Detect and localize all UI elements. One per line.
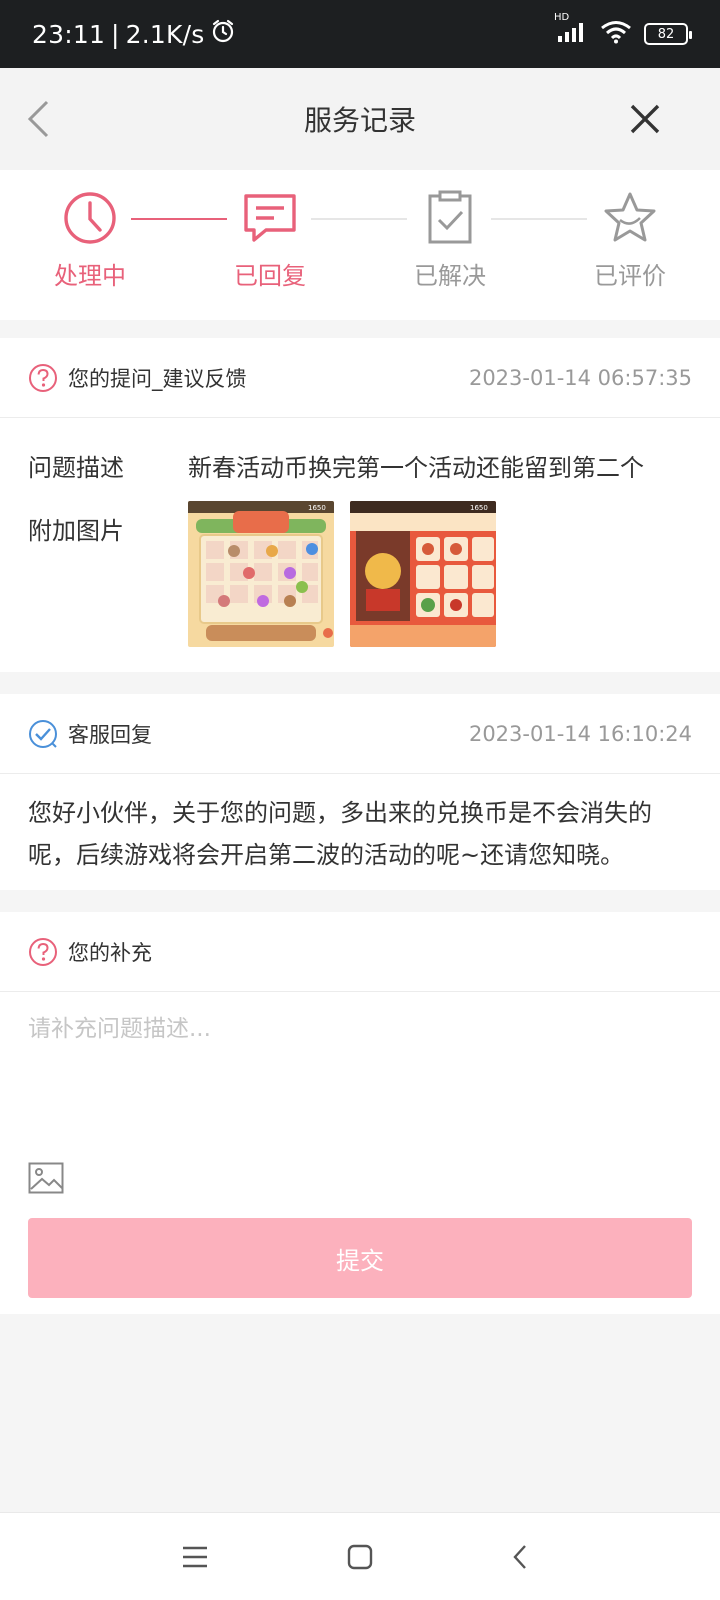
step-resolved: 已解决 [390,188,510,291]
chevron-left-icon [27,100,49,138]
step-rated: 已评价 [570,188,690,291]
step-replied: 已回复 [210,188,330,291]
menu-button[interactable] [175,1539,215,1575]
star-icon [600,188,660,248]
back-button[interactable] [18,96,58,142]
home-icon [347,1544,373,1570]
status-right: HD 82 [554,12,692,48]
question-section: 您的提问_建议反馈 2023-01-14 06:57:35 问题描述 新春活动币… [0,338,720,672]
add-image-button[interactable] [28,1162,64,1194]
step-processing: 处理中 [30,188,150,291]
thumb-badge: 1650 [308,504,326,512]
supplement-header: 您的补充 [0,912,720,992]
close-button[interactable] [624,98,666,140]
supplement-input-area [0,992,720,1142]
images-key: 附加图片 [28,517,124,545]
images-row: 附加图片 1650 1650 [0,501,720,647]
question-circle-icon [29,937,57,966]
question-time: 2023-01-14 06:57:35 [468,365,692,390]
status-bar: 23:11 | 2.1K/s HD 82 [0,0,720,68]
supplement-label: 您的补充 [68,940,152,965]
message-icon [240,188,300,248]
clock-icon [60,188,120,248]
image-icon [28,1162,64,1194]
signal-icon: HD [554,12,588,48]
system-nav-bar [0,1512,720,1600]
reply-section: 客服回复 2023-01-14 16:10:24 您好小伙伴，关于您的问题，多出… [0,694,720,890]
reply-text: 您好小伙伴，关于您的问题，多出来的兑换币是不会消失的呢，后续游戏将会开启第二波的… [28,799,652,869]
reply-label: 客服回复 [68,722,152,747]
page-title: 服务记录 [303,104,416,137]
nav-back-button[interactable] [500,1539,540,1575]
step-label: 已评价 [594,262,666,290]
reply-time: 2023-01-14 16:10:24 [468,721,692,746]
step-label: 已回复 [234,262,306,290]
description-row: 问题描述 新春活动币换完第一个活动还能留到第二个 [0,448,720,483]
menu-icon [183,1546,207,1568]
chevron-left-icon [513,1545,526,1569]
status-left: 23:11 | 2.1K/s [32,18,236,50]
image-thumbnails: 1650 1650 [188,501,692,647]
close-icon [630,104,660,134]
thumb-badge: 1650 [470,504,488,512]
check-circle-icon [29,719,57,748]
reply-header: 客服回复 2023-01-14 16:10:24 [0,694,720,774]
attached-image-thumbnail[interactable]: 1650 [350,501,496,647]
home-button[interactable] [340,1539,380,1575]
question-type-label: 您的提问_建议反馈 [68,366,247,391]
alarm-icon [210,18,236,50]
supplement-input[interactable] [28,1016,692,1042]
supplement-section: 您的补充 提交 [0,912,720,1314]
status-net-speed: 2.1K/s [125,19,205,49]
attached-image-thumbnail[interactable]: 1650 [188,501,334,647]
question-header: 您的提问_建议反馈 2023-01-14 06:57:35 [0,338,720,418]
status-separator: | [111,19,120,49]
submit-button[interactable]: 提交 [28,1218,692,1298]
wifi-icon [600,20,632,48]
hd-label: HD [554,12,570,23]
header-bar: 服务记录 [0,68,720,170]
description-value: 新春活动币换完第一个活动还能留到第二个 [188,454,644,482]
battery-level: 82 [657,26,675,42]
clipboard-check-icon [420,188,480,248]
progress-steps: 处理中 已回复 已解决 已评价 [0,170,720,320]
step-label: 处理中 [54,262,126,290]
battery-icon: 82 [644,23,692,45]
status-time: 23:11 [32,19,106,49]
step-label: 已解决 [414,262,486,290]
description-key: 问题描述 [28,454,124,482]
question-circle-icon [29,363,57,392]
